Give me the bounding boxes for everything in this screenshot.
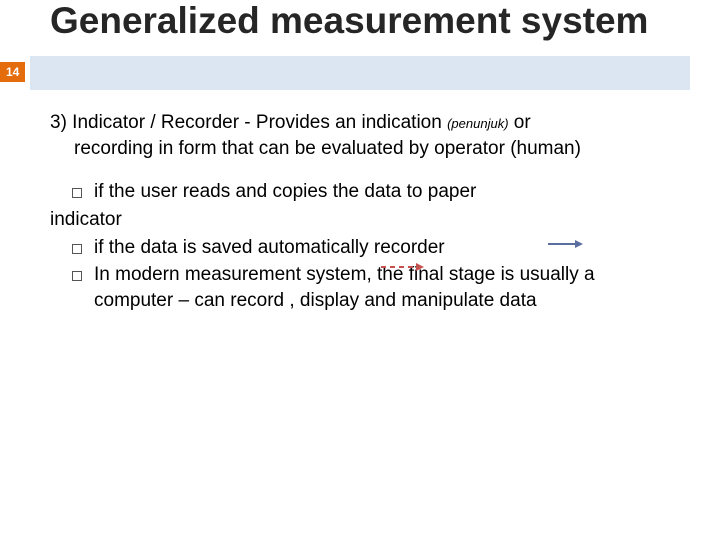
slide: 14 Generalized measurement system 3) Ind…: [0, 0, 720, 540]
bullet-1-text: if the user reads and copies the data to…: [94, 179, 670, 205]
bullet-square-icon: [72, 271, 82, 281]
para1-lead: 3) Indicator / Recorder - Provides an in…: [50, 112, 447, 133]
page-number-badge: 14: [0, 62, 25, 82]
bullet-square-icon: [72, 244, 82, 254]
para1-penunjuk: (penunjuk): [447, 116, 508, 131]
title-band: [30, 56, 690, 90]
bullet-2-text: if the data is saved automatically recor…: [94, 235, 670, 261]
bullet-3-text: In modern measurement system, the final …: [94, 262, 670, 313]
para1-line2: recording in form that can be evaluated …: [74, 136, 670, 162]
bullet-1-wrap: indicator: [50, 207, 670, 233]
bullet-square-icon: [72, 188, 82, 198]
paragraph-main: 3) Indicator / Recorder - Provides an in…: [50, 110, 670, 161]
list-item: if the user reads and copies the data to…: [72, 179, 670, 205]
body-content: 3) Indicator / Recorder - Provides an in…: [50, 110, 670, 315]
list-item: if the data is saved automatically recor…: [72, 235, 670, 261]
bullet-list: if the user reads and copies the data to…: [50, 179, 670, 313]
slide-title: Generalized measurement system: [50, 0, 648, 43]
list-item: In modern measurement system, the final …: [72, 262, 670, 313]
para1-tail: or: [509, 112, 531, 133]
